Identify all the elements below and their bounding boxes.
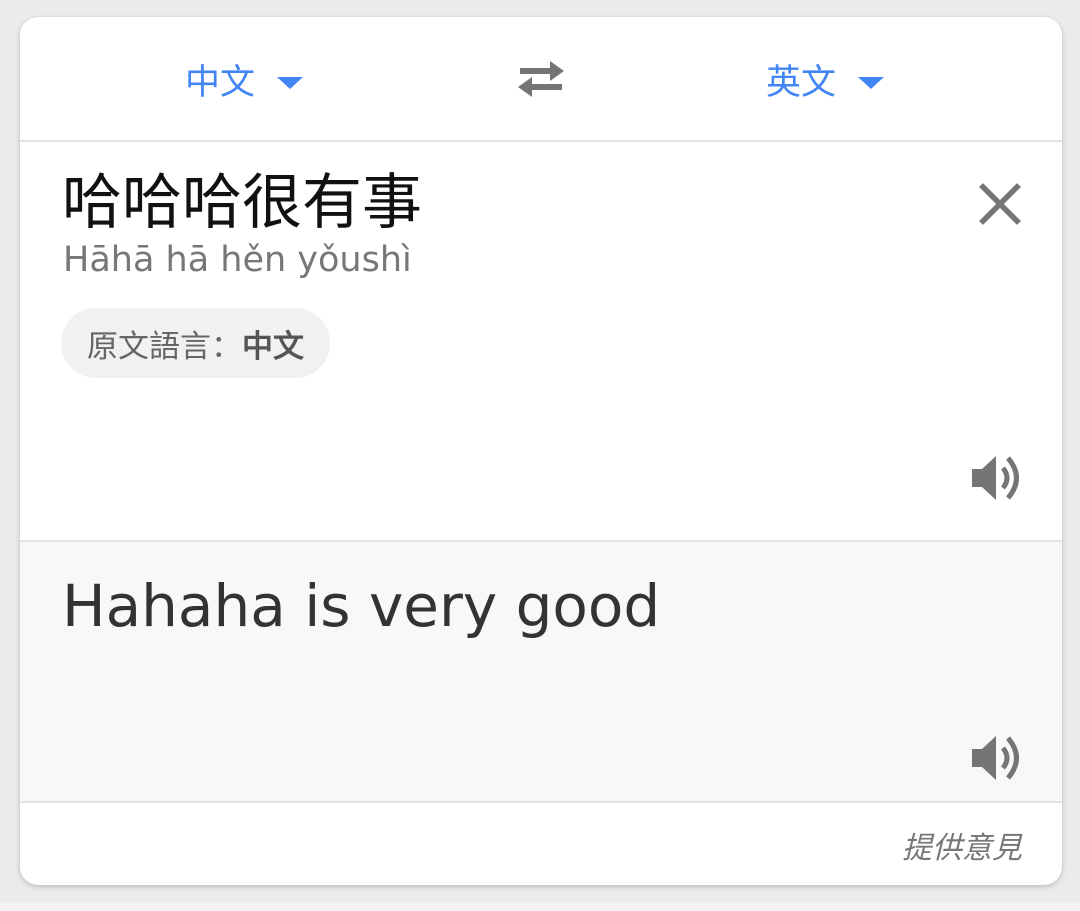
source-language-selector[interactable]: 中文: [185, 57, 304, 103]
caret-down-icon: [277, 77, 304, 89]
source-language-label: 中文: [185, 62, 256, 103]
detected-language-name: 中文: [242, 328, 304, 365]
target-language-selector[interactable]: 英文: [766, 57, 885, 103]
volume-up-icon: [972, 736, 1019, 780]
language-bar: 中文 英文: [20, 17, 1062, 142]
clear-input-button[interactable]: [978, 182, 1022, 226]
source-listen-button[interactable]: [970, 450, 1026, 506]
translation-panel: Hahaha is very good: [20, 542, 1062, 803]
caret-down-icon: [858, 77, 885, 89]
translation-text: Hahaha is very good: [62, 572, 661, 640]
translate-card: 中文 英文 哈哈哈很有事 Hāhā hā hěn yǒushì 原文語言： 中文: [20, 17, 1062, 885]
translation-listen-button[interactable]: [970, 730, 1026, 786]
source-text[interactable]: 哈哈哈很有事: [62, 170, 422, 236]
source-romanization: Hāhā hā hěn yǒushì: [63, 240, 412, 280]
target-language-label: 英文: [766, 62, 837, 103]
close-icon: [979, 183, 1021, 225]
swap-arrows-icon: [518, 61, 564, 97]
feedback-link[interactable]: 提供意見: [902, 823, 1022, 867]
page-bottom-divider: [0, 903, 1080, 911]
detected-language-chip[interactable]: 原文語言： 中文: [61, 308, 330, 378]
volume-up-icon: [972, 456, 1019, 500]
swap-languages-button[interactable]: [514, 57, 568, 99]
detected-language-prefix: 原文語言：: [87, 328, 242, 365]
source-panel: 哈哈哈很有事 Hāhā hā hěn yǒushì 原文語言： 中文: [20, 142, 1062, 542]
